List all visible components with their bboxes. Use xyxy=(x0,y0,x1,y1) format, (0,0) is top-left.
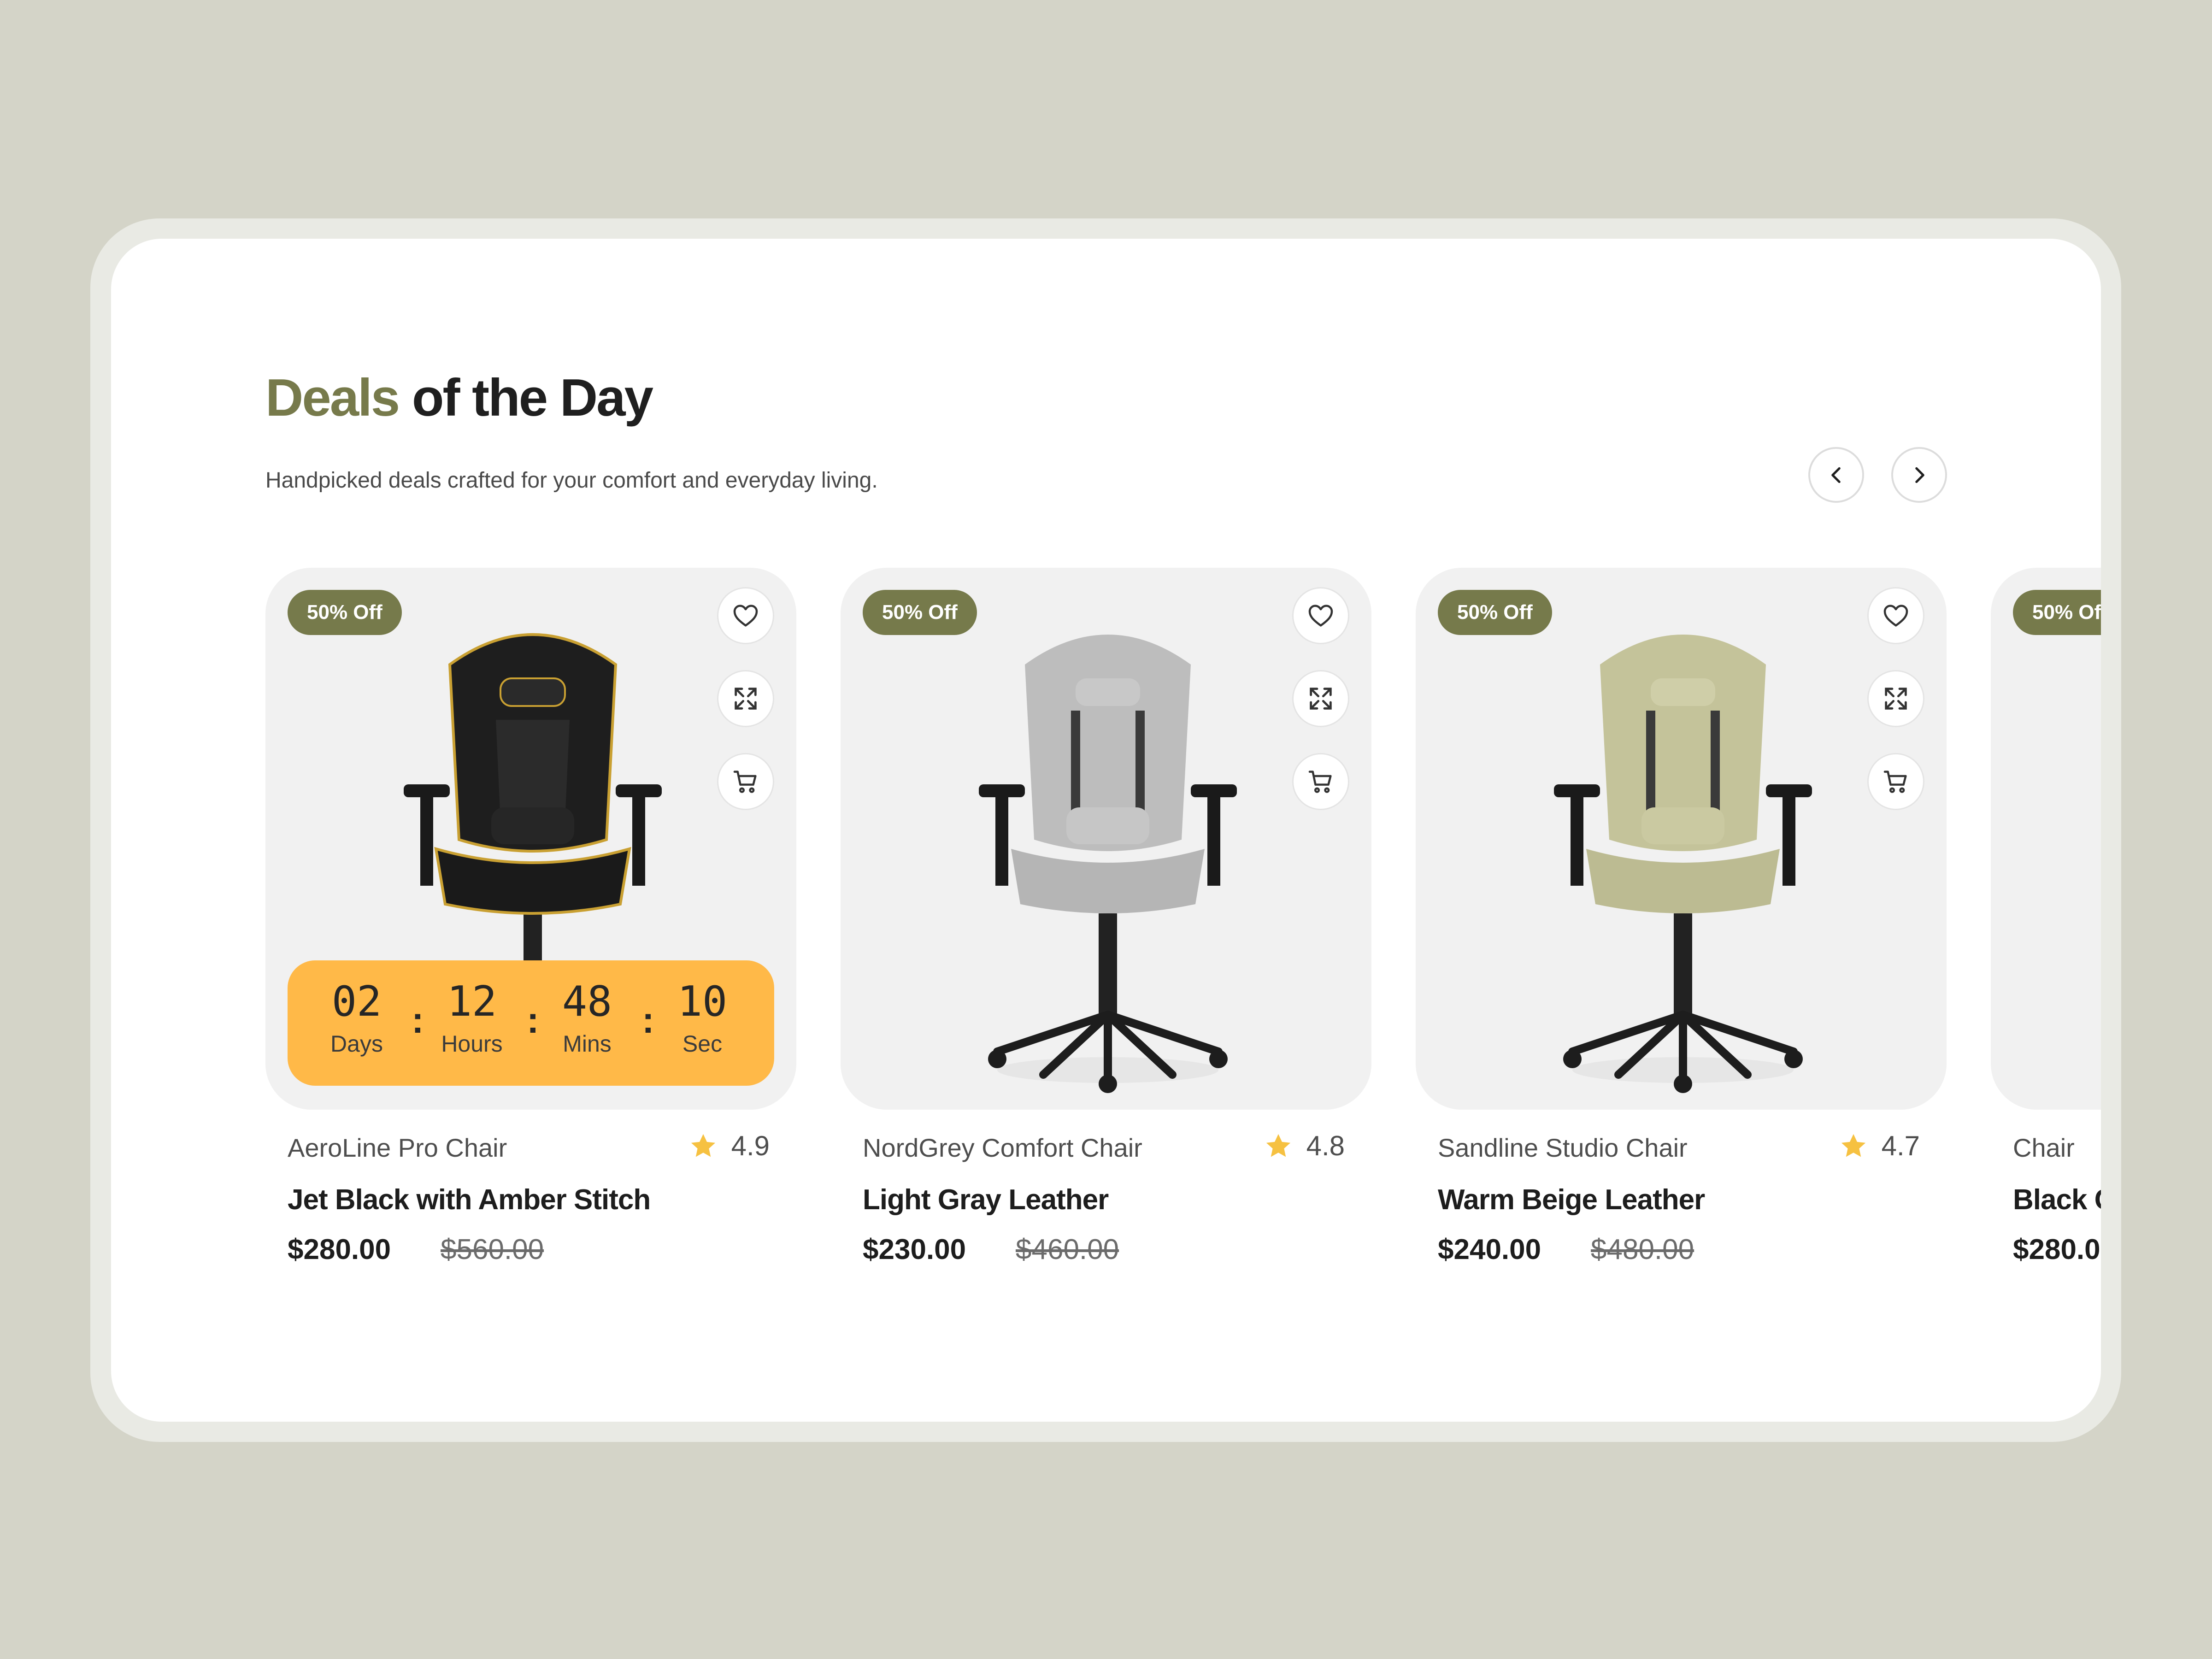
quick-view-button[interactable] xyxy=(717,670,774,727)
add-to-cart-button[interactable] xyxy=(1292,753,1349,810)
sale-price: $240.00 xyxy=(1438,1234,1541,1265)
product-variant[interactable]: Black C xyxy=(2013,1183,2101,1216)
chevron-right-icon xyxy=(1915,467,1924,483)
add-to-cart-button[interactable] xyxy=(717,753,774,810)
product-image-area[interactable]: 50% Off xyxy=(1991,568,2101,1110)
sale-price: $230.00 xyxy=(863,1234,966,1265)
rating-value: 4.7 xyxy=(1881,1130,1920,1161)
original-price: $460.00 xyxy=(1016,1234,1119,1265)
product-image-area[interactable]: 50% Off xyxy=(841,568,1371,1110)
product-variant[interactable]: Warm Beige Leather xyxy=(1438,1183,1705,1216)
chevron-left-icon xyxy=(1831,467,1841,483)
add-to-cart-button[interactable] xyxy=(1867,753,1924,810)
heart-icon xyxy=(1308,605,1333,627)
cart-icon xyxy=(1883,771,1907,793)
secs-value: 10 xyxy=(677,977,728,1026)
heart-icon xyxy=(733,605,758,627)
secs-label: Sec xyxy=(682,1031,723,1057)
product-card[interactable]: 50% Off NordGrey Comfort Chair 4.8 Light… xyxy=(841,568,1371,1265)
discount-badge: 50% Off xyxy=(288,590,402,635)
expand-icon xyxy=(1310,688,1332,710)
wishlist-button[interactable] xyxy=(717,587,774,644)
product-card[interactable]: 50% Off 02 Days : 12 Hours : 48 Mins: 1… xyxy=(265,568,796,1265)
carousel-prev-button[interactable] xyxy=(1808,447,1864,503)
heart-icon xyxy=(1883,605,1908,627)
star-icon xyxy=(1266,1134,1290,1157)
quick-view-button[interactable] xyxy=(1292,670,1349,727)
mins-label: Mins xyxy=(563,1031,612,1057)
wishlist-button[interactable] xyxy=(1292,587,1349,644)
countdown-hours: 12 Hours xyxy=(417,974,527,1057)
countdown-secs: 10 Sec xyxy=(647,974,758,1057)
sale-price: $280.00 xyxy=(2013,1234,2101,1265)
mins-value: 48 xyxy=(562,977,612,1026)
days-value: 02 xyxy=(331,977,382,1026)
original-price: $560.00 xyxy=(441,1234,544,1265)
title-accent: Deals xyxy=(265,369,400,427)
countdown-days: 02 Days xyxy=(301,974,412,1057)
product-model[interactable]: AeroLine Pro Chair xyxy=(288,1133,507,1163)
days-label: Days xyxy=(330,1031,383,1057)
countdown-mins: 48 Mins xyxy=(532,974,642,1057)
product-card[interactable]: 50% Off Sandline Studio Chair 4.7 Warm B… xyxy=(1416,568,1947,1265)
expand-icon xyxy=(735,688,757,710)
product-card[interactable]: 50% Off Chair Black C $280.00 xyxy=(1991,568,2101,1265)
hours-value: 12 xyxy=(447,977,497,1026)
star-icon xyxy=(1841,1134,1865,1157)
product-model[interactable]: NordGrey Comfort Chair xyxy=(863,1133,1142,1163)
chair-image xyxy=(979,635,1237,1093)
product-rating: 4.7 xyxy=(1838,1130,1920,1162)
product-rating: 4.8 xyxy=(1263,1130,1345,1162)
product-model[interactable]: Sandline Studio Chair xyxy=(1438,1133,1688,1163)
product-image-area[interactable]: 50% Off xyxy=(1416,568,1947,1110)
countdown-timer: 02 Days : 12 Hours : 48 Mins : 10 Sec xyxy=(288,960,774,1086)
product-rating: 4.9 xyxy=(688,1130,770,1162)
cart-icon xyxy=(1308,771,1332,793)
star-icon xyxy=(691,1134,715,1157)
section-subtitle: Handpicked deals crafted for your comfor… xyxy=(265,468,878,493)
section-title: Deals of the Day xyxy=(265,368,653,428)
product-model[interactable]: Chair xyxy=(2013,1133,2075,1163)
rating-value: 4.8 xyxy=(1306,1130,1345,1161)
sale-price: $280.00 xyxy=(288,1234,391,1265)
hours-label: Hours xyxy=(441,1031,503,1057)
quick-view-button[interactable] xyxy=(1867,670,1924,727)
title-rest: of the Day xyxy=(399,369,653,427)
expand-icon xyxy=(1885,688,1907,710)
chair-image xyxy=(1554,635,1812,1093)
discount-badge: 50% Off xyxy=(863,590,977,635)
product-variant[interactable]: Light Gray Leather xyxy=(863,1183,1109,1216)
rating-value: 4.9 xyxy=(731,1130,770,1161)
cart-icon xyxy=(733,771,757,793)
carousel-next-button[interactable] xyxy=(1891,447,1947,503)
original-price: $480.00 xyxy=(1591,1234,1694,1265)
product-variant[interactable]: Jet Black with Amber Stitch xyxy=(288,1183,651,1216)
discount-badge: 50% Off xyxy=(1438,590,1552,635)
wishlist-button[interactable] xyxy=(1867,587,1924,644)
deals-panel: Deals of the Day Handpicked deals crafte… xyxy=(111,239,2101,1422)
discount-badge: 50% Off xyxy=(2013,590,2101,635)
product-image-area[interactable]: 50% Off 02 Days : 12 Hours : 48 Mins: 1… xyxy=(265,568,796,1110)
